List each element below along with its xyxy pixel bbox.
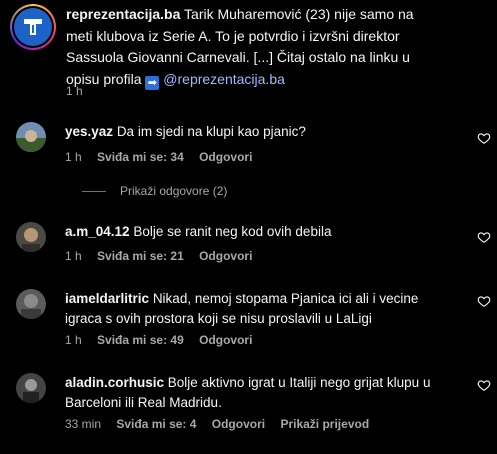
comment-text: Bolje se ranit neg kod ovih debila (133, 224, 332, 239)
likes-count[interactable]: Sviđa mi se: 49 (97, 333, 184, 347)
heart-icon[interactable] (477, 230, 491, 244)
heart-icon[interactable] (477, 131, 491, 145)
reply-button[interactable]: Odgovori (199, 150, 252, 164)
likes-count[interactable]: Sviđa mi se: 21 (97, 249, 184, 263)
comment-meta: 33 min Sviđa mi se: 4 Odgovori Prikaži p… (65, 417, 381, 431)
post-timestamp: 1 h (66, 84, 83, 98)
translate-button[interactable]: Prikaži prijevod (280, 417, 369, 431)
comment-time: 1 h (65, 249, 82, 263)
comment-username[interactable]: a.m_04.12 (65, 224, 130, 239)
post-username[interactable]: reprezentacija.ba (66, 6, 180, 22)
reply-button[interactable]: Odgovori (199, 333, 252, 347)
replies-divider (82, 190, 106, 192)
comment-body: a.m_04.12 Bolje se ranit neg kod ovih de… (65, 222, 455, 242)
arrow-right-icon: ➡ (145, 75, 160, 90)
reply-button[interactable]: Odgovori (199, 249, 252, 263)
avatar-logo-icon (14, 8, 52, 46)
comment-username[interactable]: aladin.corhusic (65, 375, 164, 390)
heart-icon[interactable] (477, 294, 491, 308)
avatar[interactable] (16, 289, 46, 319)
comment-body: aladin.corhusic Bolje aktivno igrat u It… (65, 373, 455, 413)
view-replies-button[interactable]: Prikaži odgovore (2) (82, 184, 227, 198)
mention-link[interactable]: @reprezentacija.ba (163, 71, 285, 87)
comment-username[interactable]: yes.yaz (65, 124, 113, 139)
comment-body: yes.yaz Da im sjedi na klupi kao pjanic? (65, 122, 455, 142)
comment-meta: 1 h Sviđa mi se: 21 Odgovori (65, 249, 264, 263)
heart-icon[interactable] (477, 378, 491, 392)
comment-meta: 1 h Sviđa mi se: 49 Odgovori (65, 333, 264, 347)
avatar[interactable] (16, 373, 46, 403)
comment-meta: 1 h Sviđa mi se: 34 Odgovori (65, 150, 264, 164)
reply-button[interactable]: Odgovori (212, 417, 265, 431)
avatar[interactable] (16, 122, 46, 152)
likes-count[interactable]: Sviđa mi se: 34 (97, 150, 184, 164)
comment-username[interactable]: iameldarlitric (65, 291, 149, 306)
comment-body: iameldarlitric Nikad, nemoj stopama Pjan… (65, 289, 455, 329)
comment-time: 1 h (65, 150, 82, 164)
comment-time: 33 min (65, 417, 102, 431)
comment-time: 1 h (65, 333, 82, 347)
likes-count[interactable]: Sviđa mi se: 4 (116, 417, 196, 431)
avatar[interactable] (16, 222, 46, 252)
view-replies-label[interactable]: Prikaži odgovore (2) (120, 184, 227, 198)
caption-text: reprezentacija.ba Tarik Muharemović (23)… (66, 4, 438, 90)
comment-text: Da im sjedi na klupi kao pjanic? (116, 124, 306, 139)
post-avatar[interactable] (10, 4, 56, 50)
